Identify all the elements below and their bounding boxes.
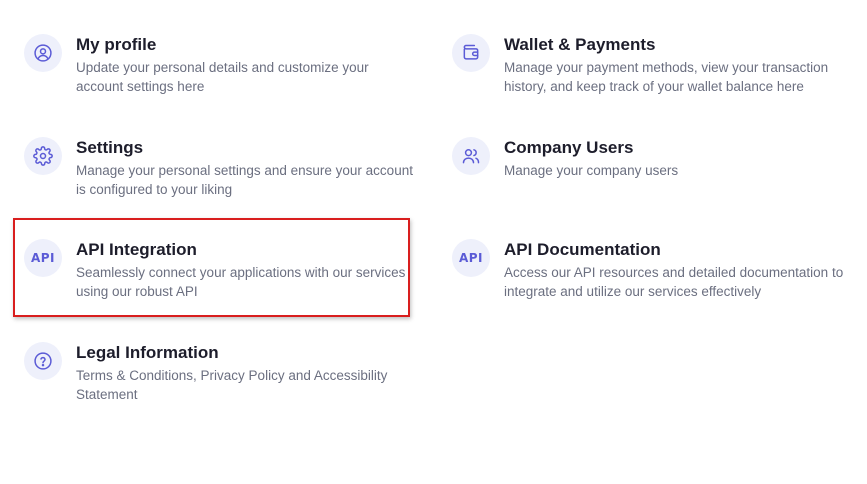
card-text: API Documentation Access our API resourc… [504, 239, 843, 301]
card-description-line: Manage your payment methods, view your t… [504, 60, 829, 75]
api-icon: API [452, 239, 490, 277]
card-title: Legal Information [76, 343, 219, 362]
card-description-line: is configured to your liking [76, 182, 233, 197]
card-api-integration[interactable]: API API Integration Seamlessly connect y… [24, 239, 414, 301]
card-description: Manage your payment methods, view your t… [504, 58, 828, 96]
card-legal-information[interactable]: Legal Information Terms & Conditions, Pr… [24, 342, 424, 404]
card-wallet-payments[interactable]: Wallet & Payments Manage your payment me… [452, 34, 857, 96]
card-description-line: Statement [76, 387, 138, 402]
card-description-line: Update your personal details and customi… [76, 60, 369, 75]
card-title: API Integration [76, 240, 197, 259]
card-title: Settings [76, 138, 144, 157]
card-description: Terms & Conditions, Privacy Policy and A… [76, 366, 387, 404]
card-description: Update your personal details and customi… [76, 58, 369, 96]
question-circle-icon [24, 342, 62, 380]
card-description-line: Access our API resources and detailed do… [504, 265, 844, 280]
card-company-users[interactable]: Company Users Manage your company users [452, 137, 857, 180]
card-description: Manage your personal settings and ensure… [76, 161, 413, 199]
card-text: Settings Manage your personal settings a… [76, 137, 413, 199]
api-icon-label: API [30, 251, 56, 265]
card-description-line: Terms & Conditions, Privacy Policy and A… [76, 368, 388, 383]
card-description-line: Manage your personal settings and ensure… [76, 163, 413, 178]
api-icon-label: API [458, 251, 484, 265]
card-description-line: history, and keep track of your wallet b… [504, 79, 804, 94]
user-circle-icon [24, 34, 62, 72]
card-description: Access our API resources and detailed do… [504, 263, 843, 301]
card-description: Manage your company users [504, 161, 678, 180]
card-text: Wallet & Payments Manage your payment me… [504, 34, 828, 96]
wallet-icon [452, 34, 490, 72]
card-description-line: account settings here [76, 79, 205, 94]
api-icon: API [24, 239, 62, 277]
card-description-line: integrate and utilize our services effec… [504, 284, 762, 299]
card-text: Legal Information Terms & Conditions, Pr… [76, 342, 387, 404]
card-my-profile[interactable]: My profile Update your personal details … [24, 34, 424, 96]
gear-icon [24, 137, 62, 175]
card-title: API Documentation [504, 240, 661, 259]
card-text: My profile Update your personal details … [76, 34, 369, 96]
card-title: My profile [76, 35, 157, 54]
card-api-documentation[interactable]: API API Documentation Access our API res… [452, 239, 857, 301]
card-description: Seamlessly connect your applications wit… [76, 263, 405, 301]
card-settings[interactable]: Settings Manage your personal settings a… [24, 137, 424, 199]
users-icon [452, 137, 490, 175]
card-title: Company Users [504, 138, 634, 157]
card-description-line: using our robust API [76, 284, 198, 299]
card-description-line: Manage your company users [504, 163, 679, 178]
card-title: Wallet & Payments [504, 35, 656, 54]
card-description-line: Seamlessly connect your applications wit… [76, 265, 406, 280]
card-text: API Integration Seamlessly connect your … [76, 239, 405, 301]
card-text: Company Users Manage your company users [504, 137, 678, 180]
